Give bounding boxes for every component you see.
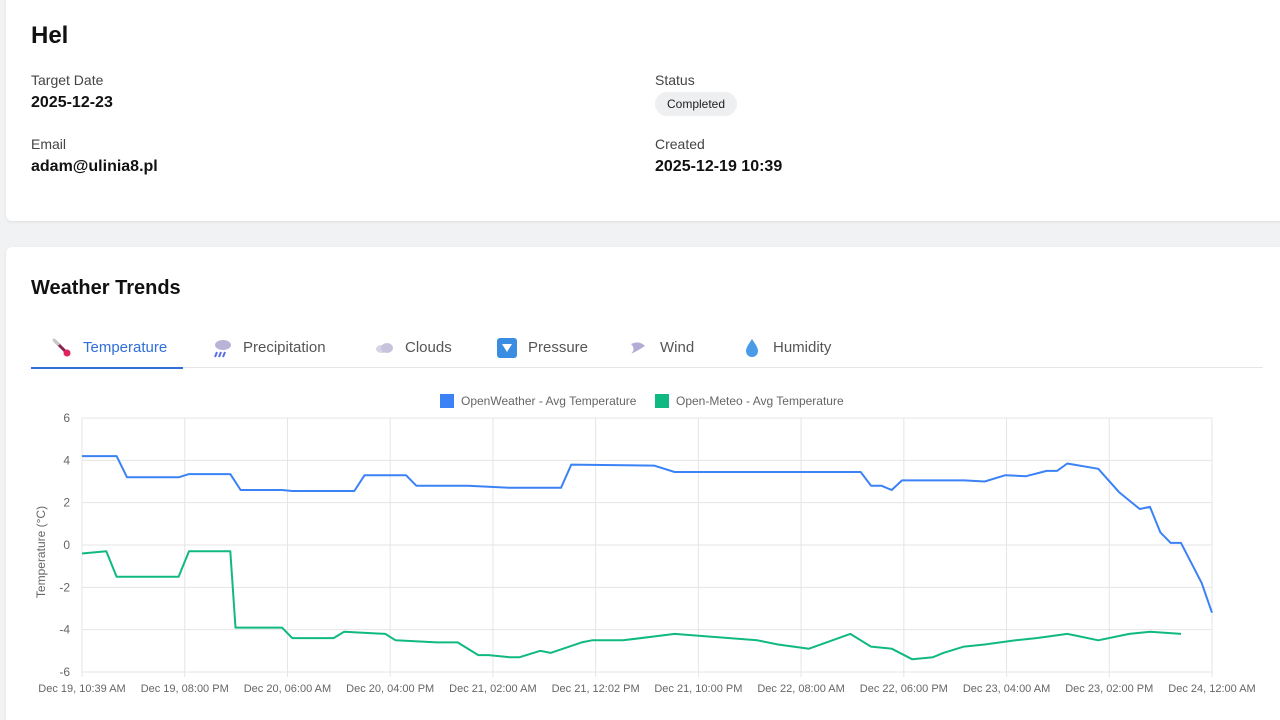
x-tick-label: Dec 19, 10:39 AM [38, 683, 125, 695]
thermometer-icon [51, 337, 73, 359]
legend-swatch [440, 394, 454, 408]
rain-cloud-icon [211, 337, 233, 359]
temperature-chart: OpenWeather - Avg Temperature Open-Meteo … [34, 394, 1256, 695]
x-tick-label: Dec 23, 02:00 PM [1065, 683, 1153, 695]
y-axis-ticks: 6 4 2 0 -2 -4 -6 [59, 411, 70, 679]
x-tick-label: Dec 23, 04:00 AM [963, 683, 1050, 695]
pressure-icon [496, 337, 518, 359]
created-label: Created [655, 136, 705, 152]
series-line [81, 550, 1182, 661]
created-value: 2025-12-19 10:39 [655, 158, 783, 175]
x-tick-label: Dec 21, 10:00 PM [654, 683, 742, 695]
target-date-label: Target Date [31, 72, 104, 88]
y-tick-label: 2 [63, 496, 70, 510]
status-label: Status [655, 72, 695, 88]
email-value: adam@ulinia8.pl [31, 158, 158, 175]
x-tick-label: Dec 20, 06:00 AM [244, 683, 331, 695]
droplet-icon [741, 337, 763, 359]
x-tick-label: Dec 22, 08:00 AM [757, 683, 844, 695]
legend-label[interactable]: Open-Meteo - Avg Temperature [676, 394, 844, 408]
x-tick-label: Dec 20, 04:00 PM [346, 683, 434, 695]
chart-series [81, 455, 1213, 661]
tab-label: Humidity [773, 339, 832, 356]
page-title: Hel [31, 22, 69, 49]
x-tick-label: Dec 21, 02:00 AM [449, 683, 536, 695]
metric-tabs: Temperature Precipitation Clouds Pressur… [31, 327, 1263, 369]
tab-humidity[interactable]: Humidity [741, 327, 831, 368]
tab-clouds[interactable]: Clouds [373, 327, 452, 368]
tab-precipitation[interactable]: Precipitation [211, 327, 326, 368]
weather-trends-card: Weather Trends Temperature Precipitation… [6, 247, 1280, 720]
y-tick-label: -4 [59, 623, 70, 637]
y-tick-label: -2 [59, 580, 70, 594]
legend-label[interactable]: OpenWeather - Avg Temperature [461, 394, 637, 408]
y-tick-label: 4 [63, 453, 70, 467]
tab-label: Temperature [83, 339, 168, 356]
series-line [82, 455, 1213, 614]
tab-wind[interactable]: Wind [628, 327, 694, 368]
wind-icon [628, 337, 650, 359]
x-axis-ticks: Dec 19, 10:39 AM Dec 19, 08:00 PM Dec 20, … [38, 683, 1255, 695]
section-title: Weather Trends [31, 277, 181, 299]
status-badge: Completed [655, 92, 738, 116]
chart-legend: OpenWeather - Avg Temperature Open-Meteo … [440, 394, 844, 408]
y-axis-label: Temperature (°C) [34, 506, 48, 598]
email-label: Email [31, 136, 67, 152]
tab-label: Wind [660, 339, 695, 356]
target-date-value: 2025-12-23 [31, 94, 113, 111]
y-tick-label: 6 [63, 411, 70, 425]
tab-pressure[interactable]: Pressure [496, 327, 588, 368]
tab-label: Pressure [528, 339, 589, 356]
legend-swatch [655, 394, 669, 408]
request-details-card: Hel Target Date 2025-12-23 Status Comple… [6, 0, 1280, 221]
x-tick-label: Dec 21, 12:02 PM [552, 683, 640, 695]
tab-temperature[interactable]: Temperature [31, 327, 183, 369]
tab-label: Clouds [405, 339, 452, 356]
x-tick-label: Dec 22, 06:00 PM [860, 683, 948, 695]
cloud-icon [373, 337, 395, 359]
y-tick-label: 0 [63, 538, 70, 552]
y-tick-label: -6 [59, 665, 70, 679]
tab-label: Precipitation [243, 339, 326, 356]
x-tick-label: Dec 24, 12:00 AM [1168, 683, 1255, 695]
x-tick-label: Dec 19, 08:00 PM [141, 683, 229, 695]
